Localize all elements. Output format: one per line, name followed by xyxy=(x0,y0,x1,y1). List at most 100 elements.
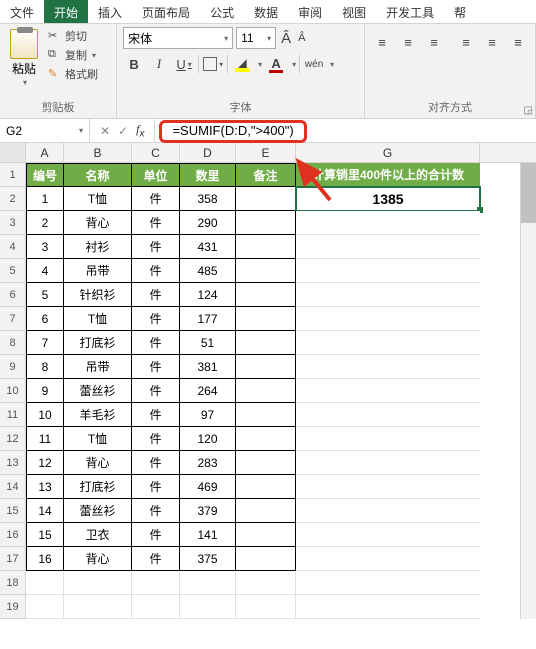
cell-A6[interactable]: 5 xyxy=(26,283,64,307)
cell-B15[interactable]: 蕾丝衫 xyxy=(64,499,132,523)
cell-B18[interactable] xyxy=(64,571,132,595)
cell-E10[interactable] xyxy=(236,379,296,403)
cell-E14[interactable] xyxy=(236,475,296,499)
cell-A18[interactable] xyxy=(26,571,64,595)
cell-C18[interactable] xyxy=(132,571,180,595)
col-header-G[interactable]: G xyxy=(296,143,480,162)
cell-E1[interactable]: 备注 xyxy=(236,163,296,187)
row-header[interactable]: 11 xyxy=(0,403,26,427)
cell-B9[interactable]: 吊带 xyxy=(64,355,132,379)
row-header[interactable]: 5 xyxy=(0,259,26,283)
cell-E7[interactable] xyxy=(236,307,296,331)
cell-B5[interactable]: 吊带 xyxy=(64,259,132,283)
row-header[interactable]: 3 xyxy=(0,211,26,235)
cell-D4[interactable]: 431 xyxy=(180,235,236,259)
row-header[interactable]: 10 xyxy=(0,379,26,403)
col-header-C[interactable]: C xyxy=(132,143,180,162)
row-header[interactable]: 12 xyxy=(0,427,26,451)
scrollbar-thumb[interactable] xyxy=(521,163,536,223)
cell-A17[interactable]: 16 xyxy=(26,547,64,571)
chevron-down-icon[interactable]: ▾ xyxy=(258,60,262,69)
cell-C8[interactable]: 件 xyxy=(132,331,180,355)
decrease-font-button[interactable]: Â xyxy=(296,32,307,44)
cell-D10[interactable]: 264 xyxy=(180,379,236,403)
cell-A5[interactable]: 4 xyxy=(26,259,64,283)
cell-C17[interactable]: 件 xyxy=(132,547,180,571)
font-size-select[interactable]: 11▾ xyxy=(236,27,276,49)
cell-C5[interactable]: 件 xyxy=(132,259,180,283)
name-box[interactable]: G2▾ xyxy=(0,119,90,142)
increase-font-button[interactable]: Â xyxy=(279,30,293,47)
cell-G16[interactable] xyxy=(296,523,480,547)
cell-E5[interactable] xyxy=(236,259,296,283)
cell-A13[interactable]: 12 xyxy=(26,451,64,475)
cell-G9[interactable] xyxy=(296,355,480,379)
cell-G17[interactable] xyxy=(296,547,480,571)
tab-review[interactable]: 审阅 xyxy=(288,0,332,23)
row-header[interactable]: 9 xyxy=(0,355,26,379)
font-color-button[interactable]: A xyxy=(265,53,287,75)
align-middle-button[interactable]: ≡ xyxy=(397,31,419,53)
cell-D1[interactable]: 数里 xyxy=(180,163,236,187)
cell-D16[interactable]: 141 xyxy=(180,523,236,547)
tab-file[interactable]: 文件 xyxy=(0,0,44,23)
row-header[interactable]: 6 xyxy=(0,283,26,307)
row-header[interactable]: 7 xyxy=(0,307,26,331)
borders-button[interactable]: ▾ xyxy=(202,53,224,75)
col-header-D[interactable]: D xyxy=(180,143,236,162)
cell-G11[interactable] xyxy=(296,403,480,427)
tab-formulas[interactable]: 公式 xyxy=(200,0,244,23)
select-all-corner[interactable] xyxy=(0,143,26,162)
cell-A7[interactable]: 6 xyxy=(26,307,64,331)
cell-C6[interactable]: 件 xyxy=(132,283,180,307)
cell-E13[interactable] xyxy=(236,451,296,475)
fx-icon[interactable]: fx xyxy=(136,122,144,139)
cell-A2[interactable]: 1 xyxy=(26,187,64,211)
cell-E19[interactable] xyxy=(236,595,296,619)
cell-G5[interactable] xyxy=(296,259,480,283)
row-header[interactable]: 16 xyxy=(0,523,26,547)
cell-G10[interactable] xyxy=(296,379,480,403)
cell-A14[interactable]: 13 xyxy=(26,475,64,499)
vertical-scrollbar[interactable] xyxy=(520,163,536,619)
cell-G13[interactable] xyxy=(296,451,480,475)
cell-D15[interactable]: 379 xyxy=(180,499,236,523)
cell-C10[interactable]: 件 xyxy=(132,379,180,403)
cell-C3[interactable]: 件 xyxy=(132,211,180,235)
cell-E11[interactable] xyxy=(236,403,296,427)
cell-A15[interactable]: 14 xyxy=(26,499,64,523)
cell-A16[interactable]: 15 xyxy=(26,523,64,547)
row-header[interactable]: 15 xyxy=(0,499,26,523)
cell-C13[interactable]: 件 xyxy=(132,451,180,475)
cell-E15[interactable] xyxy=(236,499,296,523)
col-header-B[interactable]: B xyxy=(64,143,132,162)
cell-G2[interactable]: 1385 xyxy=(296,187,480,211)
cell-G8[interactable] xyxy=(296,331,480,355)
row-header[interactable]: 4 xyxy=(0,235,26,259)
cell-E9[interactable] xyxy=(236,355,296,379)
cell-D3[interactable]: 290 xyxy=(180,211,236,235)
cell-D19[interactable] xyxy=(180,595,236,619)
cell-B19[interactable] xyxy=(64,595,132,619)
cell-G3[interactable] xyxy=(296,211,480,235)
cell-D2[interactable]: 358 xyxy=(180,187,236,211)
tab-view[interactable]: 视图 xyxy=(332,0,376,23)
row-header[interactable]: 13 xyxy=(0,451,26,475)
cell-B8[interactable]: 打底衫 xyxy=(64,331,132,355)
accept-formula-button[interactable]: ✓ xyxy=(118,124,128,138)
cell-A3[interactable]: 2 xyxy=(26,211,64,235)
italic-button[interactable]: I xyxy=(148,53,170,75)
row-header[interactable]: 8 xyxy=(0,331,26,355)
align-center-button[interactable]: ≡ xyxy=(481,31,503,53)
cell-A1[interactable]: 编号 xyxy=(26,163,64,187)
format-painter-button[interactable]: ✎格式刷 xyxy=(46,65,100,83)
cell-G1[interactable]: 计算销里400件以上的合计数 xyxy=(296,163,480,187)
cell-G14[interactable] xyxy=(296,475,480,499)
cell-C2[interactable]: 件 xyxy=(132,187,180,211)
cell-C16[interactable]: 件 xyxy=(132,523,180,547)
cell-C14[interactable]: 件 xyxy=(132,475,180,499)
tab-help[interactable]: 帮 xyxy=(444,0,476,23)
cell-C12[interactable]: 件 xyxy=(132,427,180,451)
cell-D9[interactable]: 381 xyxy=(180,355,236,379)
cell-D11[interactable]: 97 xyxy=(180,403,236,427)
